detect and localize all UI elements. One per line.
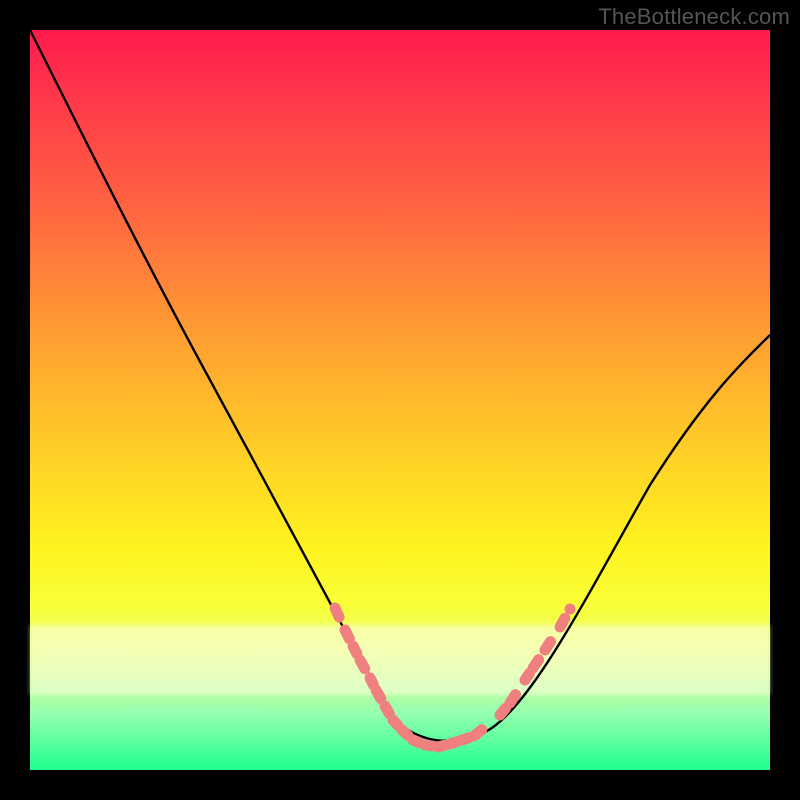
highlight-bead: [525, 673, 529, 680]
highlight-bead: [474, 730, 482, 736]
highlight-bead: [500, 708, 506, 715]
highlight-bead: [450, 742, 457, 744]
highlight-bead: [565, 604, 576, 615]
bottleneck-curve-path: [30, 30, 770, 741]
highlight-bead: [360, 660, 365, 669]
highlight-bead: [545, 642, 550, 650]
highlight-bead: [376, 690, 381, 699]
highlight-bead: [425, 745, 432, 746]
highlight-bead: [393, 720, 398, 726]
highlight-bead: [510, 695, 515, 703]
bottleneck-curve-svg: [30, 30, 770, 770]
highlight-bead: [413, 740, 420, 743]
highlight-bead: [385, 706, 389, 714]
chart-plot-area: [30, 30, 770, 770]
highlight-bead: [533, 660, 539, 668]
highlight-bead: [462, 738, 469, 740]
highlight-bead: [402, 730, 408, 736]
highlight-bead: [345, 630, 349, 639]
highlight-bead: [438, 745, 445, 747]
highlight-bead: [353, 646, 357, 654]
watermark-text: TheBottleneck.com: [598, 4, 790, 30]
highlight-bead: [370, 678, 373, 685]
highlight-bead: [560, 618, 565, 627]
highlight-bead: [335, 608, 339, 617]
